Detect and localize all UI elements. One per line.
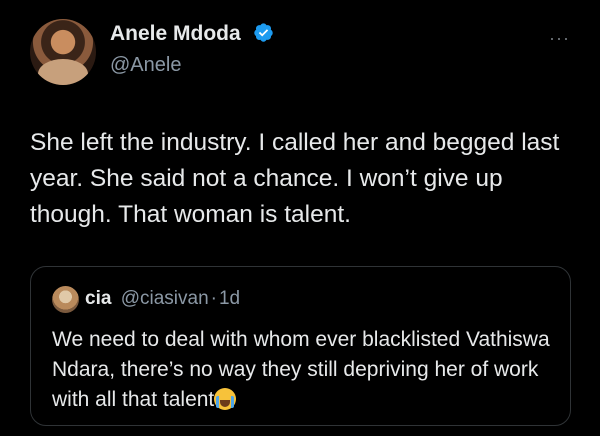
quoted-tweet[interactable]: cia @ciasivan · 1d We need to deal with wh… xyxy=(30,266,571,426)
quoted-author-avatar[interactable] xyxy=(52,286,79,313)
quoted-separator: · xyxy=(210,288,217,309)
quoted-time[interactable]: 1d xyxy=(219,288,240,309)
verified-badge-icon xyxy=(253,23,273,42)
author-name-text: Anele Mdoda xyxy=(110,22,241,45)
tweet-text: She left the industry. I called her and … xyxy=(30,129,560,228)
author-display-name[interactable]: Anele Mdoda xyxy=(110,22,274,46)
quoted-header: cia @ciasivan · 1d xyxy=(85,288,240,310)
quoted-display-name[interactable]: cia xyxy=(85,288,111,309)
quoted-text: We need to deal with whom ever blacklist… xyxy=(52,328,550,411)
quoted-handle[interactable]: @ciasivan xyxy=(121,288,209,309)
quoted-text-block: We need to deal with whom ever blacklist… xyxy=(52,325,562,415)
author-handle[interactable]: @Anele xyxy=(110,54,181,77)
more-options-icon[interactable]: ··· xyxy=(549,28,570,49)
author-avatar[interactable] xyxy=(30,19,96,85)
loudly-crying-face-icon xyxy=(214,388,237,410)
